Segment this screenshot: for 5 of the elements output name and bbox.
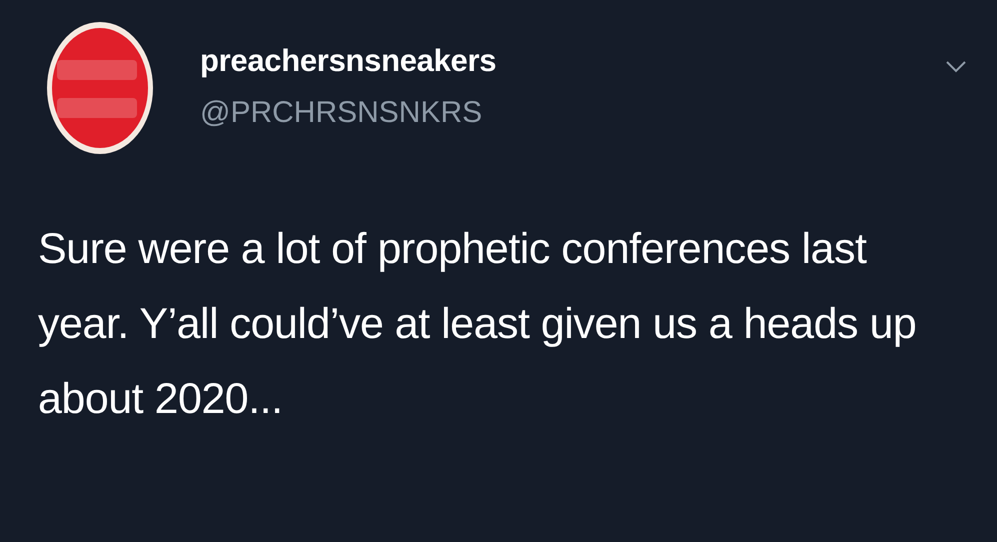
display-name[interactable]: preachersnsneakers: [200, 42, 496, 80]
tweet-text: Sure were a lot of prophetic conferences last year. Y’all could’ve at least given us a heads up about 2020...: [38, 224, 918, 425]
user-handle[interactable]: @PRCHRSNSNKRS: [200, 94, 496, 132]
avatar-icon: [45, 20, 155, 156]
chevron-down-icon[interactable]: [945, 60, 967, 74]
